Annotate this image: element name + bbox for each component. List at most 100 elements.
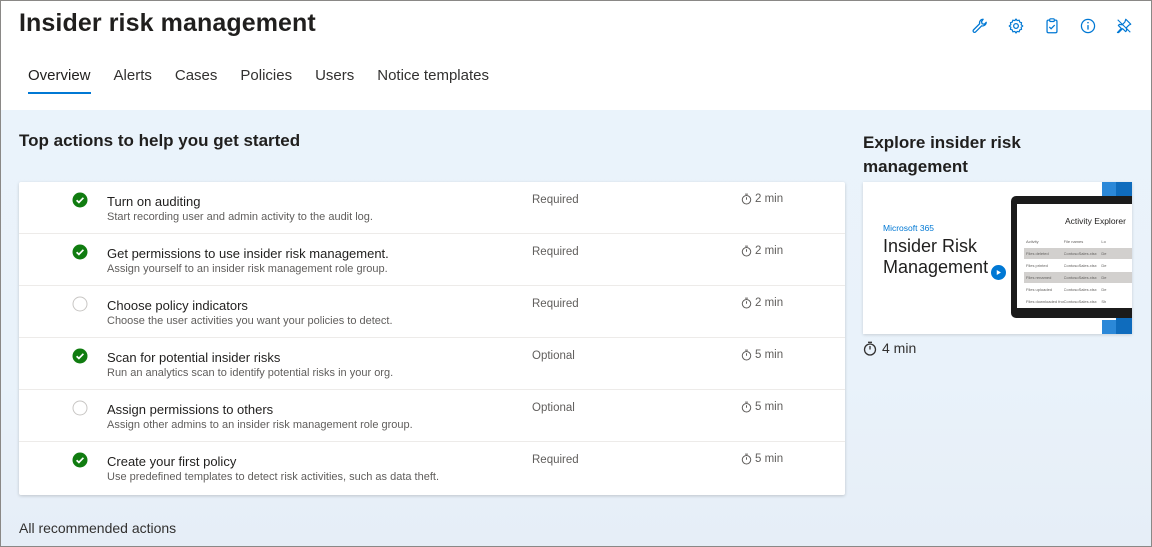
stopwatch-icon xyxy=(741,453,752,465)
screen-cell: Lo xyxy=(1101,239,1106,244)
screen-cell: De xyxy=(1101,275,1107,280)
tab-notice-templates[interactable]: Notice templates xyxy=(377,67,489,94)
action-time: 2 min xyxy=(741,297,783,309)
laptop-screen: Activity Explorer Activity File names Lo F… xyxy=(1017,204,1132,308)
screen-row: Files printed ContosoSales.xlsx De xyxy=(1024,260,1132,271)
screen-cell: Files printed xyxy=(1026,263,1048,268)
action-row[interactable]: Scan for potential insider risks Run an … xyxy=(19,338,845,390)
screen-cell: De xyxy=(1101,251,1107,256)
screen-cell: ContosoSales.xlsx xyxy=(1063,287,1097,292)
action-title[interactable]: Scan for potential insider risks xyxy=(107,350,280,365)
checkmark-circle-icon xyxy=(72,192,88,208)
stopwatch-icon xyxy=(741,349,752,361)
action-requirement: Required xyxy=(532,246,579,258)
tab-cases[interactable]: Cases xyxy=(175,67,218,94)
action-time-value: 5 min xyxy=(755,401,784,413)
action-row[interactable]: Create your first policy Use predefined … xyxy=(19,442,845,494)
screen-cell: ContosoSales.xlsx xyxy=(1063,299,1097,304)
action-requirement: Required xyxy=(532,298,579,310)
action-time-value: 2 min xyxy=(755,193,784,205)
app-window: Insider risk management Overview Alerts … xyxy=(0,0,1152,547)
action-description: Choose the user activities you want your… xyxy=(107,315,393,327)
screen-row: Files renamed ContosoSales.xlsx De xyxy=(1024,272,1132,283)
action-time-value: 5 min xyxy=(755,349,784,361)
wrench-icon[interactable] xyxy=(969,15,991,37)
screen-cell: ContosoSales.xlsx xyxy=(1063,275,1097,280)
action-requirement: Required xyxy=(532,194,579,206)
checkmark-circle-icon xyxy=(72,452,88,468)
stopwatch-icon xyxy=(863,341,877,356)
action-requirement: Required xyxy=(532,454,579,466)
screen-cell: Files renamed xyxy=(1026,275,1052,280)
info-icon[interactable] xyxy=(1077,15,1099,37)
decorative-strip xyxy=(1102,320,1116,334)
screen-cell: Files downloaded from SharePoint xyxy=(1026,299,1064,304)
pin-icon[interactable] xyxy=(1113,15,1135,37)
video-duration-value: 4 min xyxy=(882,340,917,356)
screen-cell: ContosoSales.xlsx xyxy=(1063,251,1097,256)
action-time-value: 2 min xyxy=(755,245,784,257)
action-title[interactable]: Create your first policy xyxy=(107,454,236,469)
action-time: 2 min xyxy=(741,193,783,205)
action-description: Start recording user and admin activity … xyxy=(107,211,373,223)
screen-cell: File names xyxy=(1063,239,1084,244)
tab-policies[interactable]: Policies xyxy=(240,67,292,94)
laptop-illustration: Activity Explorer Activity File names Lo F… xyxy=(1011,196,1132,318)
action-row[interactable]: Assign permissions to others Assign othe… xyxy=(19,390,845,442)
stopwatch-icon xyxy=(741,193,752,205)
screen-title: Activity Explorer xyxy=(1065,216,1126,226)
stopwatch-icon xyxy=(741,297,752,309)
screen-row: Activity File names Lo xyxy=(1024,236,1132,247)
action-title[interactable]: Get permissions to use insider risk mana… xyxy=(107,246,389,261)
empty-circle-icon xyxy=(72,296,88,312)
action-title[interactable]: Choose policy indicators xyxy=(107,298,248,313)
action-row[interactable]: Choose policy indicators Choose the user… xyxy=(19,286,845,338)
all-recommended-actions-link[interactable]: All recommended actions xyxy=(19,520,176,536)
video-brand: Microsoft 365 xyxy=(883,223,935,233)
gear-icon[interactable] xyxy=(1005,15,1027,37)
tab-overview[interactable]: Overview xyxy=(28,67,91,94)
explore-title: Explore insider risk management xyxy=(863,133,1021,176)
page-header: Insider risk management Overview Alerts … xyxy=(1,1,1151,110)
stopwatch-icon xyxy=(741,245,752,257)
video-title-line: Management xyxy=(883,257,989,277)
action-time: 5 min xyxy=(741,349,783,361)
action-title[interactable]: Turn on auditing xyxy=(107,194,200,209)
tab-bar: Overview Alerts Cases Policies Users Not… xyxy=(28,67,512,94)
screen-cell: De xyxy=(1101,263,1107,268)
screen-row: Files downloaded from SharePointContosoS… xyxy=(1024,296,1132,307)
play-icon[interactable] xyxy=(991,265,1006,280)
action-requirement: Optional xyxy=(532,350,575,362)
action-time-value: 5 min xyxy=(755,453,784,465)
video-title-line: Insider Risk xyxy=(883,236,978,256)
action-time: 2 min xyxy=(741,245,783,257)
video-thumbnail[interactable]: Activity Explorer Activity File names Lo F… xyxy=(863,182,1132,334)
action-row[interactable]: Turn on auditing Start recording user an… xyxy=(19,182,845,234)
action-title[interactable]: Assign permissions to others xyxy=(107,402,273,417)
header-toolbar xyxy=(969,15,1135,37)
tab-users[interactable]: Users xyxy=(315,67,354,94)
stopwatch-icon xyxy=(741,401,752,413)
action-row[interactable]: Get permissions to use insider risk mana… xyxy=(19,234,845,286)
tab-alerts[interactable]: Alerts xyxy=(114,67,152,94)
action-time: 5 min xyxy=(741,453,783,465)
empty-circle-icon xyxy=(72,400,88,416)
clipboard-icon[interactable] xyxy=(1041,15,1063,37)
screen-cell: Files uploaded xyxy=(1026,287,1053,292)
screen-cell: De xyxy=(1101,287,1107,292)
action-requirement: Optional xyxy=(532,402,575,414)
action-description: Assign other admins to an insider risk m… xyxy=(107,419,413,431)
screen-row: Files uploaded ContosoSales.xlsx De xyxy=(1024,284,1132,295)
video-duration: 4 min xyxy=(863,340,916,356)
screen-cell: ContosoSales.xlsx xyxy=(1063,263,1097,268)
page-title: Insider risk management xyxy=(19,9,316,37)
decorative-strip xyxy=(1102,182,1116,196)
screen-cell: Activity xyxy=(1026,239,1039,244)
video-title: Insider Risk Management xyxy=(883,236,988,278)
action-time: 5 min xyxy=(741,401,783,413)
action-description: Use predefined templates to detect risk … xyxy=(107,471,440,483)
action-description: Run an analytics scan to identify potent… xyxy=(107,367,394,379)
checkmark-circle-icon xyxy=(72,348,88,364)
action-time-value: 2 min xyxy=(755,297,784,309)
top-actions-title: Top actions to help you get started xyxy=(19,131,301,150)
